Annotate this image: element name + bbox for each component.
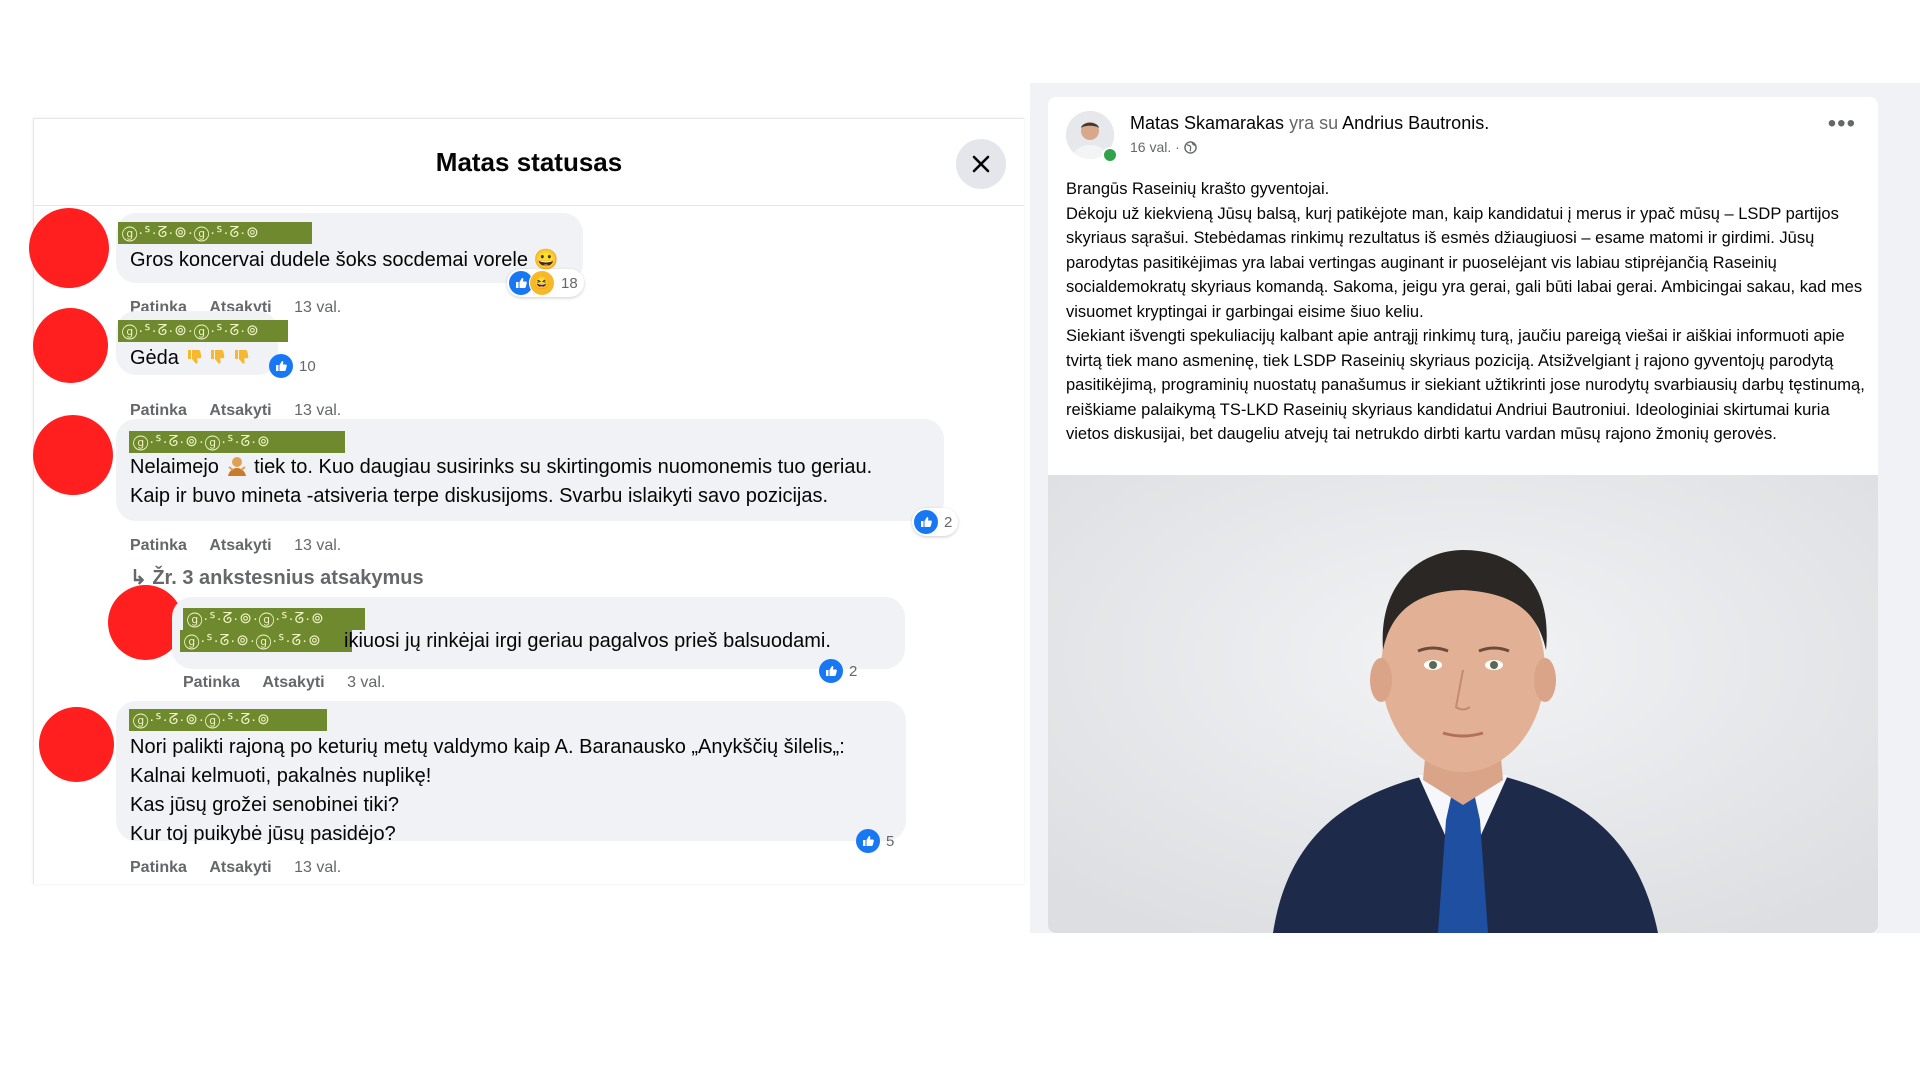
reaction-summary[interactable]: 2: [912, 508, 959, 536]
comment-time[interactable]: 3 val.: [347, 674, 385, 691]
post-time[interactable]: 16 val. ·: [1130, 139, 1180, 155]
avatar[interactable]: [29, 208, 109, 288]
comment-time[interactable]: 13 val.: [294, 402, 341, 419]
comment-actions: Patinka Atsakyti 13 val.: [130, 402, 341, 420]
post-paragraph: Siekiant išvengti spekuliacijų kalbant a…: [1066, 327, 1865, 443]
with-word: yra su: [1289, 113, 1339, 133]
avatar[interactable]: [33, 415, 113, 495]
globe-icon: [1183, 141, 1197, 154]
post-body: Brangūs Raseinių krašto gyventojai. Dėko…: [1066, 177, 1866, 447]
comment-actions: Patinka Atsakyti 3 val.: [183, 674, 385, 692]
reply-link[interactable]: Atsakyti: [209, 402, 271, 419]
comment-actions: Patinka Atsakyti 13 val.: [130, 859, 341, 877]
reply-link[interactable]: Atsakyti: [262, 674, 324, 691]
commenter-name[interactable]: ⓖ·ᔆ·ᘔ·⊚·ⓖ·ᔆ·ᘔ·⊚: [118, 222, 312, 244]
tagged-person[interactable]: Andrius Bautronis.: [1342, 113, 1489, 133]
thumbs-down-icon: [211, 350, 225, 364]
thumbs-down-icon: [187, 350, 201, 364]
close-icon: [972, 155, 990, 173]
reply-link[interactable]: Atsakyti: [209, 859, 271, 876]
comment-text: Kaip ir buvo mineta -atsiveria terpe dis…: [130, 485, 829, 507]
like-icon: [856, 829, 880, 853]
portrait-photo: [1048, 475, 1878, 933]
reaction-summary[interactable]: 5: [854, 827, 900, 855]
commenter-name[interactable]: ⓖ·ᔆ·ᘔ·⊚·ⓖ·ᔆ·ᘔ·⊚: [183, 608, 365, 630]
post-card: Matas Skamarakas yra su Andrius Bautroni…: [1048, 97, 1878, 933]
person-shrug-icon: [227, 457, 246, 476]
comments-dialog: Matas statusas ⓖ·ᔆ·ᘔ·⊚·ⓖ·ᔆ·ᘔ·⊚ Gros konc…: [29, 118, 1024, 884]
reaction-count: 18: [561, 274, 578, 292]
comment-text: Nori palikti rajoną po keturių metų vald…: [130, 736, 845, 758]
comment-actions: Patinka Atsakyti 13 val.: [130, 537, 341, 555]
post-panel: Matas Skamarakas yra su Andrius Bautroni…: [1030, 83, 1920, 933]
dialog-header: Matas statusas: [34, 119, 1024, 206]
comment-time[interactable]: 13 val.: [294, 537, 341, 554]
reply-link[interactable]: Atsakyti: [209, 537, 271, 554]
like-icon: [819, 659, 843, 683]
author-name[interactable]: Matas Skamarakas: [1130, 113, 1284, 133]
comment-text-start: Nelaimejo: [130, 456, 219, 478]
comment-time[interactable]: 13 val.: [294, 299, 341, 316]
haha-icon: 😆: [529, 270, 555, 296]
post-header: Matas Skamarakas yra su Andrius Bautroni…: [1130, 113, 1489, 134]
more-options-button[interactable]: •••: [1828, 112, 1856, 136]
commenter-name[interactable]: ⓖ·ᔆ·ᘔ·⊚·ⓖ·ᔆ·ᘔ·⊚: [129, 709, 327, 731]
reaction-summary[interactable]: 2: [817, 657, 863, 685]
like-link[interactable]: Patinka: [130, 402, 187, 419]
online-status-dot: [1102, 147, 1118, 163]
like-icon: [269, 354, 293, 378]
post-paragraph: Brangūs Raseinių krašto gyventojai.: [1066, 180, 1330, 198]
comment-text: Kur toj puikybė jūsų pasidėjo?: [130, 823, 396, 845]
post-meta: 16 val. ·: [1130, 139, 1197, 155]
reaction-count: 5: [886, 832, 895, 850]
comment-text: Gros koncervai dudele šoks socdemai vore…: [130, 249, 559, 271]
avatar[interactable]: [39, 707, 114, 782]
commenter-name[interactable]: ⓖ·ᔆ·ᘔ·⊚·ⓖ·ᔆ·ᘔ·⊚: [118, 320, 288, 342]
thumbs-down-emojis: [185, 347, 250, 369]
like-link[interactable]: Patinka: [183, 674, 240, 691]
post-photo[interactable]: [1048, 475, 1878, 933]
comment-text-main: Gėda: [130, 347, 179, 369]
avatar[interactable]: [33, 308, 108, 383]
comment-text: ikiuosi jų rinkėjai irgi geriau pagalvos…: [344, 630, 831, 652]
comment-time[interactable]: 13 val.: [294, 859, 341, 876]
shrug-emoji: [225, 455, 249, 477]
reaction-count: 2: [944, 513, 953, 531]
reaction-summary[interactable]: 😆 18: [507, 269, 584, 297]
comment-text-rest: tiek to. Kuo daugiau susirinks su skirti…: [254, 456, 873, 478]
reaction-count: 10: [299, 357, 316, 375]
thumbs-down-icon: [234, 350, 248, 364]
dialog-title: Matas statusas: [435, 147, 623, 177]
comment-text: Kas jūsų grožei senobinei tiki?: [130, 794, 400, 816]
previous-replies-label: Žr. 3 ankstesnius atsakymus: [152, 567, 424, 589]
reaction-summary[interactable]: 10: [267, 352, 322, 380]
commenter-name[interactable]: ⓖ·ᔆ·ᘔ·⊚·ⓖ·ᔆ·ᘔ·⊚: [129, 431, 345, 453]
masked-text: ⓖ·ᔆ·ᘔ·⊚·ⓖ·ᔆ·ᘔ·⊚: [180, 630, 352, 652]
like-link[interactable]: Patinka: [130, 537, 187, 554]
view-previous-replies-link[interactable]: ↳ Žr. 3 ankstesnius atsakymus: [130, 565, 424, 590]
comment-text: Kalnai kelmuoti, pakalnės nuplikę!: [130, 765, 432, 787]
comment-text: Gėda: [130, 344, 250, 373]
comment-text: Nelaimejo tiek to. Kuo daugiau susirinks…: [130, 453, 872, 482]
reaction-count: 2: [849, 662, 858, 680]
like-icon: [914, 510, 938, 534]
post-paragraph: Dėkoju už kiekvieną Jūsų balsą, kurį pat…: [1066, 204, 1863, 321]
like-link[interactable]: Patinka: [130, 859, 187, 876]
close-button[interactable]: [956, 139, 1006, 189]
